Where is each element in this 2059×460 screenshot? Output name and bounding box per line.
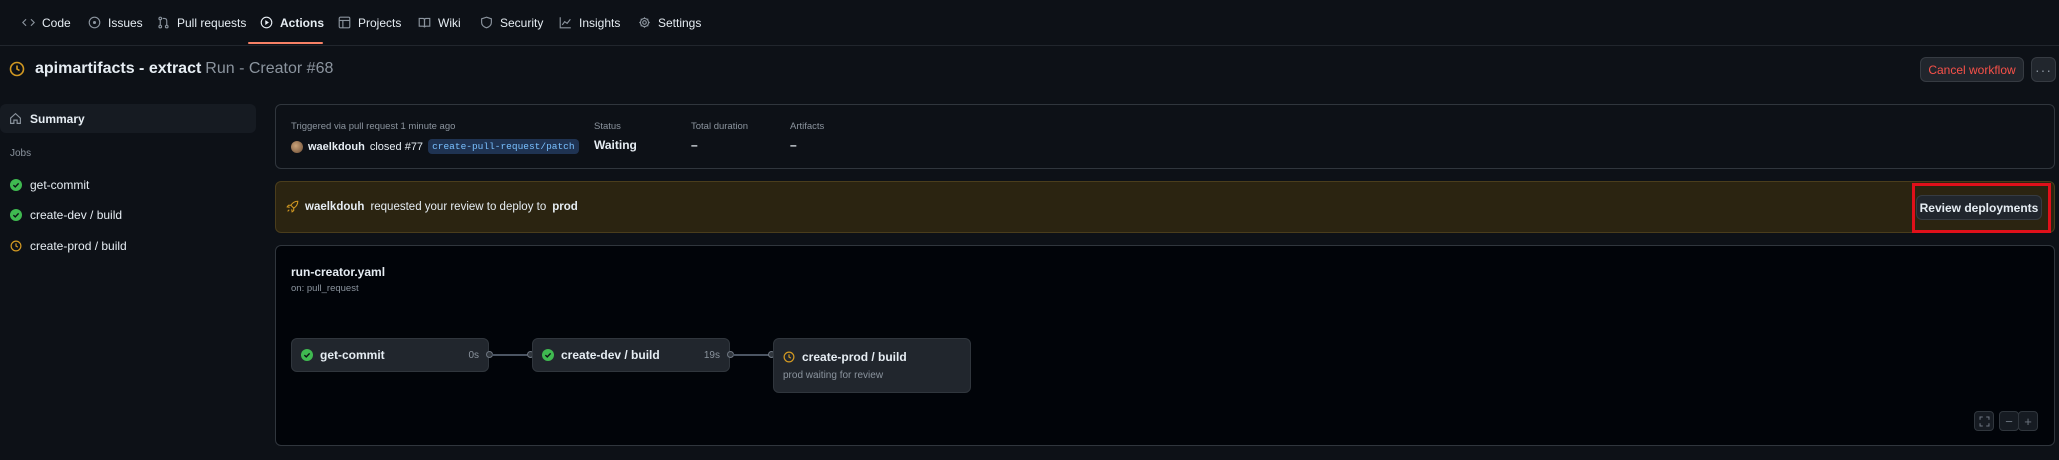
sidebar-summary-label: Summary	[30, 111, 85, 126]
graph-node-create-prod-build[interactable]: create-prod / build prod waiting for rev…	[773, 338, 971, 393]
graph-node-get-commit[interactable]: get-commit 0s	[291, 338, 489, 372]
tab-wiki-label: Wiki	[438, 15, 461, 30]
duration-value: –	[691, 138, 698, 152]
tab-projects-label: Projects	[358, 15, 402, 30]
review-actor[interactable]: waelkdouh	[305, 201, 364, 213]
check-circle-icon	[10, 209, 22, 221]
connector-line	[492, 354, 527, 356]
workflow-file-name: run-creator.yaml	[291, 265, 386, 279]
issue-opened-icon	[88, 16, 101, 29]
branch-chip[interactable]: create-pull-request/patch	[428, 139, 579, 154]
status-value: Waiting	[594, 138, 637, 152]
tab-security-label: Security	[500, 15, 544, 30]
code-icon	[22, 18, 35, 27]
gear-icon	[639, 17, 650, 28]
tab-settings[interactable]: Settings	[638, 0, 701, 45]
sidebar-job-get-commit[interactable]: get-commit	[10, 174, 89, 196]
graph-node-time: 19s	[703, 349, 720, 361]
tab-pull-requests[interactable]: Pull requests	[157, 0, 246, 45]
graph-icon	[559, 17, 571, 29]
run-label: Run - Creator #68	[205, 60, 334, 77]
tab-code[interactable]: Code	[22, 0, 71, 45]
duration-label: Total duration	[691, 121, 749, 132]
run-title: apimartifacts - extract Run - Creator #6…	[9, 56, 333, 82]
trigger-detail: waelkdouh closed #77 create-pull-request…	[291, 139, 579, 154]
rocket-icon	[286, 200, 299, 213]
status-label: Status	[594, 121, 621, 132]
tab-issues-label: Issues	[108, 15, 143, 30]
sidebar-job-label: get-commit	[30, 178, 90, 192]
workflow-trigger: on: pull_request	[291, 283, 359, 294]
review-message: waelkdouh requested your review to deplo…	[286, 200, 578, 213]
tab-insights[interactable]: Insights	[559, 0, 620, 45]
highlight-box	[1912, 183, 2051, 233]
zoom-out-button[interactable]: −	[1999, 411, 2019, 431]
tab-security[interactable]: Security	[480, 0, 543, 45]
sidebar-item-summary[interactable]: Summary	[0, 104, 256, 133]
graph-node-header: create-prod / build	[783, 350, 907, 364]
git-pull-request-icon	[158, 16, 169, 29]
jobs-heading: Jobs	[10, 148, 32, 159]
fullscreen-button[interactable]	[1974, 411, 1994, 431]
table-icon	[338, 16, 351, 29]
tab-pull-requests-label: Pull requests	[177, 15, 247, 30]
graph-node-subtitle: prod waiting for review	[783, 370, 884, 381]
tab-actions[interactable]: Actions	[260, 0, 324, 45]
shield-icon	[481, 16, 492, 29]
more-options-button[interactable]: ···	[2031, 57, 2056, 82]
clock-icon	[10, 240, 22, 252]
review-text: requested your review to deploy to	[370, 200, 547, 213]
run-summary-card: Triggered via pull request 1 minute ago …	[275, 104, 2055, 169]
tab-insights-label: Insights	[579, 15, 621, 30]
avatar	[291, 140, 303, 153]
fullscreen-icon	[1979, 416, 1989, 426]
review-banner: waelkdouh requested your review to deplo…	[275, 181, 2055, 233]
actor-link[interactable]: waelkdouh	[308, 141, 365, 153]
tab-actions-label: Actions	[280, 15, 325, 30]
tab-code-label: Code	[42, 15, 71, 30]
cancel-workflow-button[interactable]: Cancel workflow	[1920, 57, 2024, 82]
graph-node-label: create-prod / build	[802, 350, 907, 364]
home-icon	[10, 112, 21, 124]
check-circle-icon	[301, 349, 313, 361]
workflow-graph: run-creator.yaml on: pull_request get-co…	[275, 245, 2055, 446]
book-icon	[418, 17, 431, 28]
pr-action-text[interactable]: closed #77	[370, 141, 423, 153]
sidebar-job-label: create-dev / build	[30, 208, 123, 222]
sidebar-job-label: create-prod / build	[30, 239, 127, 253]
review-environment: prod	[552, 200, 578, 213]
graph-node-create-dev-build[interactable]: create-dev / build 19s	[532, 338, 730, 372]
tab-issues[interactable]: Issues	[88, 0, 143, 45]
check-circle-icon	[10, 179, 22, 191]
clock-icon	[9, 61, 25, 77]
graph-node-label: create-dev / build	[561, 348, 660, 362]
tab-wiki[interactable]: Wiki	[418, 0, 461, 45]
trigger-text: Triggered via pull request 1 minute ago	[291, 121, 456, 132]
connector-line	[733, 354, 769, 356]
tab-projects[interactable]: Projects	[338, 0, 401, 45]
graph-node-time: 0s	[468, 349, 479, 361]
active-tab-indicator	[248, 42, 323, 44]
tab-settings-label: Settings	[658, 15, 702, 30]
zoom-in-button[interactable]: +	[2018, 411, 2038, 431]
sidebar-job-create-dev-build[interactable]: create-dev / build	[10, 204, 122, 226]
artifacts-value: –	[790, 138, 797, 152]
workflow-name: apimartifacts - extract	[35, 60, 202, 77]
sidebar-job-create-prod-build[interactable]: create-prod / build	[10, 235, 127, 257]
repo-nav: Code Issues Pull requests Actions Projec…	[0, 0, 2059, 46]
artifacts-label: Artifacts	[790, 121, 825, 132]
play-icon	[260, 16, 273, 29]
graph-node-label: get-commit	[320, 348, 385, 362]
check-circle-icon	[542, 349, 554, 361]
clock-icon	[783, 351, 795, 363]
